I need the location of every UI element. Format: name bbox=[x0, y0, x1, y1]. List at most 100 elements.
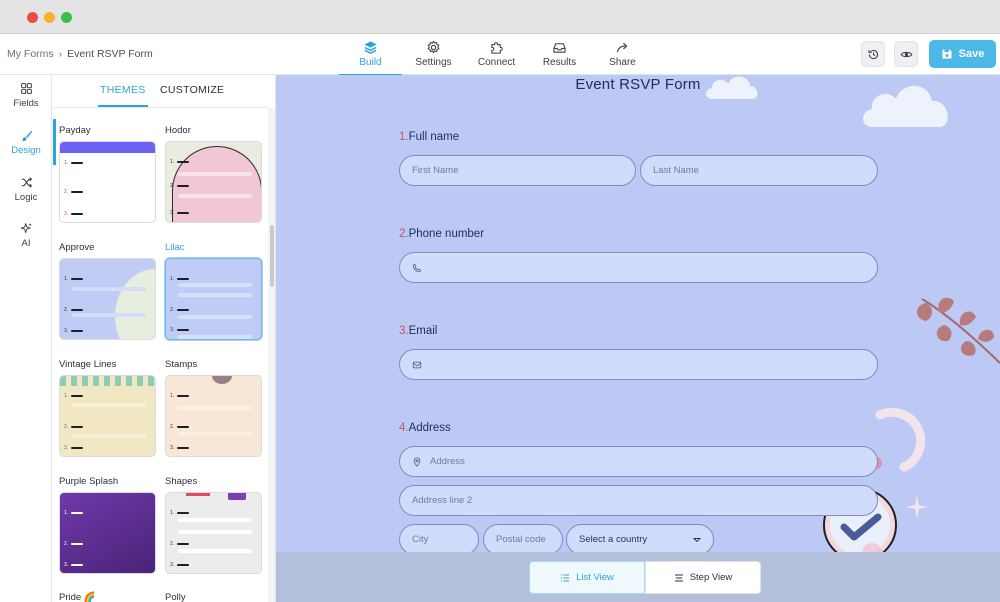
address-placeholder: Address bbox=[430, 456, 465, 467]
thumb-row: 1. bbox=[170, 391, 189, 401]
tab-settings[interactable]: Settings bbox=[402, 34, 465, 75]
tab-share-label: Share bbox=[609, 57, 636, 68]
minimize-window-button[interactable] bbox=[44, 12, 55, 23]
location-pin-icon bbox=[413, 457, 421, 467]
question-number: 2. bbox=[399, 228, 409, 240]
thumb-row: 2. bbox=[170, 181, 189, 191]
question-address[interactable]: 4.Address bbox=[399, 422, 451, 434]
thumb-number: 1. bbox=[64, 276, 69, 282]
thumb-row: 2. bbox=[64, 422, 83, 432]
theme-card-purple-splash[interactable]: 1. 2. 3. bbox=[59, 492, 156, 574]
theme-card-vintage-lines[interactable]: 1. 2. 3. bbox=[59, 375, 156, 457]
gear-icon bbox=[427, 40, 440, 54]
thumb-number: 2. bbox=[170, 307, 175, 313]
tab-settings-label: Settings bbox=[415, 57, 452, 68]
theme-name-approve: Approve bbox=[59, 242, 95, 253]
tab-share[interactable]: Share bbox=[591, 34, 654, 75]
email-input[interactable] bbox=[399, 349, 878, 380]
top-bar: My Forms › Event RSVP Form Build Setting… bbox=[0, 34, 1000, 76]
theme-card-stamps[interactable]: 1. 2. 3. bbox=[165, 375, 262, 457]
theme-name-lilac: Lilac bbox=[165, 242, 185, 253]
rail-item-design-label: Design bbox=[11, 145, 41, 156]
form-canvas: Event RSVP Form 1.Full name First Name L… bbox=[276, 75, 1000, 602]
brush-icon bbox=[20, 130, 32, 142]
list-view-button[interactable]: List View bbox=[529, 561, 645, 594]
theme-card-lilac[interactable]: 1. 2. 3. bbox=[165, 258, 262, 340]
question-number: 3. bbox=[399, 325, 409, 337]
close-window-button[interactable] bbox=[27, 12, 38, 23]
last-name-input[interactable]: Last Name bbox=[640, 155, 878, 186]
save-button-label: Save bbox=[958, 48, 985, 60]
panel-scrollbar[interactable] bbox=[268, 108, 275, 602]
thumb-number: 3. bbox=[170, 562, 175, 568]
question-label: Address bbox=[408, 422, 451, 434]
history-button[interactable] bbox=[861, 41, 885, 67]
thumb-number: 1. bbox=[64, 160, 69, 166]
city-placeholder: City bbox=[412, 534, 429, 545]
theme-card-hodor[interactable]: 1. 2. 3. bbox=[165, 141, 262, 223]
thumb-number: 2. bbox=[64, 307, 69, 313]
thumb-row: 1. bbox=[64, 508, 83, 518]
rail-item-fields[interactable]: Fields bbox=[0, 82, 52, 109]
theme-card-payday[interactable]: 1. 2. 3. bbox=[59, 141, 156, 223]
history-icon bbox=[868, 49, 878, 59]
preview-button[interactable] bbox=[894, 41, 918, 67]
question-full-name[interactable]: 1.Full name bbox=[399, 131, 459, 143]
share-arrow-icon bbox=[616, 42, 628, 53]
floppy-disk-icon bbox=[942, 49, 952, 59]
tab-connect-label: Connect bbox=[477, 57, 516, 68]
country-select[interactable]: Select a country bbox=[566, 524, 714, 555]
step-view-button[interactable]: Step View bbox=[645, 561, 761, 594]
theme-card-shapes[interactable]: 1. 2. 3. bbox=[165, 492, 262, 574]
thumb-number: 1. bbox=[170, 159, 175, 165]
first-name-input[interactable]: First Name bbox=[399, 155, 636, 186]
theme-name-purple-splash: Purple Splash bbox=[59, 476, 119, 487]
maximize-window-button[interactable] bbox=[61, 12, 72, 23]
tab-themes[interactable]: THEMES bbox=[98, 84, 148, 107]
question-label: Full name bbox=[408, 131, 460, 143]
tab-customize[interactable]: CUSTOMIZE bbox=[160, 84, 224, 96]
rail-item-logic[interactable]: Logic bbox=[0, 176, 52, 203]
rail-item-ai[interactable]: AI bbox=[0, 222, 52, 249]
panel-scrollbar-thumb[interactable] bbox=[270, 225, 274, 287]
phone-input[interactable] bbox=[399, 252, 878, 283]
shuffle-icon bbox=[21, 177, 32, 188]
thumb-row: 3. bbox=[64, 560, 83, 570]
address-line-2-placeholder: Address line 2 bbox=[412, 495, 473, 506]
save-button[interactable]: Save bbox=[929, 40, 996, 68]
last-name-placeholder: Last Name bbox=[653, 165, 699, 176]
tab-results[interactable]: Results bbox=[528, 34, 591, 75]
inbox-icon bbox=[553, 43, 566, 53]
puzzle-icon bbox=[491, 42, 503, 54]
breadcrumb-current: Event RSVP Form bbox=[67, 48, 153, 60]
postal-code-input[interactable]: Postal code bbox=[483, 524, 563, 555]
thumb-number: 2. bbox=[64, 541, 69, 547]
tab-connect[interactable]: Connect bbox=[465, 34, 528, 75]
breadcrumb-my-forms[interactable]: My Forms bbox=[7, 48, 54, 60]
panel-tabs: THEMES CUSTOMIZE bbox=[53, 75, 268, 108]
thumb-row: 1. bbox=[64, 391, 83, 401]
steps-icon bbox=[674, 573, 683, 582]
thumb-number: 3. bbox=[170, 327, 175, 333]
thumb-row: 3. bbox=[170, 443, 189, 453]
grid-icon bbox=[20, 83, 32, 94]
thumb-number: 1. bbox=[170, 276, 175, 282]
tab-build[interactable]: Build bbox=[339, 34, 402, 76]
theme-card-approve[interactable]: 1. 2. 3. bbox=[59, 258, 156, 340]
question-phone-number[interactable]: 2.Phone number bbox=[399, 228, 484, 240]
theme-name-shapes: Shapes bbox=[165, 476, 198, 487]
thumb-number: 3. bbox=[64, 328, 69, 334]
theme-name-payday: Payday bbox=[59, 125, 91, 136]
city-input[interactable]: City bbox=[399, 524, 479, 555]
thumb-row: 3. bbox=[64, 209, 83, 219]
question-email[interactable]: 3.Email bbox=[399, 325, 437, 337]
first-name-placeholder: First Name bbox=[412, 165, 459, 176]
address-line-2-input[interactable]: Address line 2 bbox=[399, 485, 878, 516]
thumb-row: 2. bbox=[64, 539, 83, 549]
rail-item-design[interactable]: Design bbox=[0, 129, 52, 156]
address-input[interactable]: Address bbox=[399, 446, 878, 477]
theme-name-hodor: Hodor bbox=[165, 125, 191, 136]
form-title[interactable]: Event RSVP Form bbox=[276, 76, 1000, 93]
thumb-row: 2. bbox=[64, 305, 83, 315]
theme-name-vintage-lines: Vintage Lines bbox=[59, 359, 117, 370]
